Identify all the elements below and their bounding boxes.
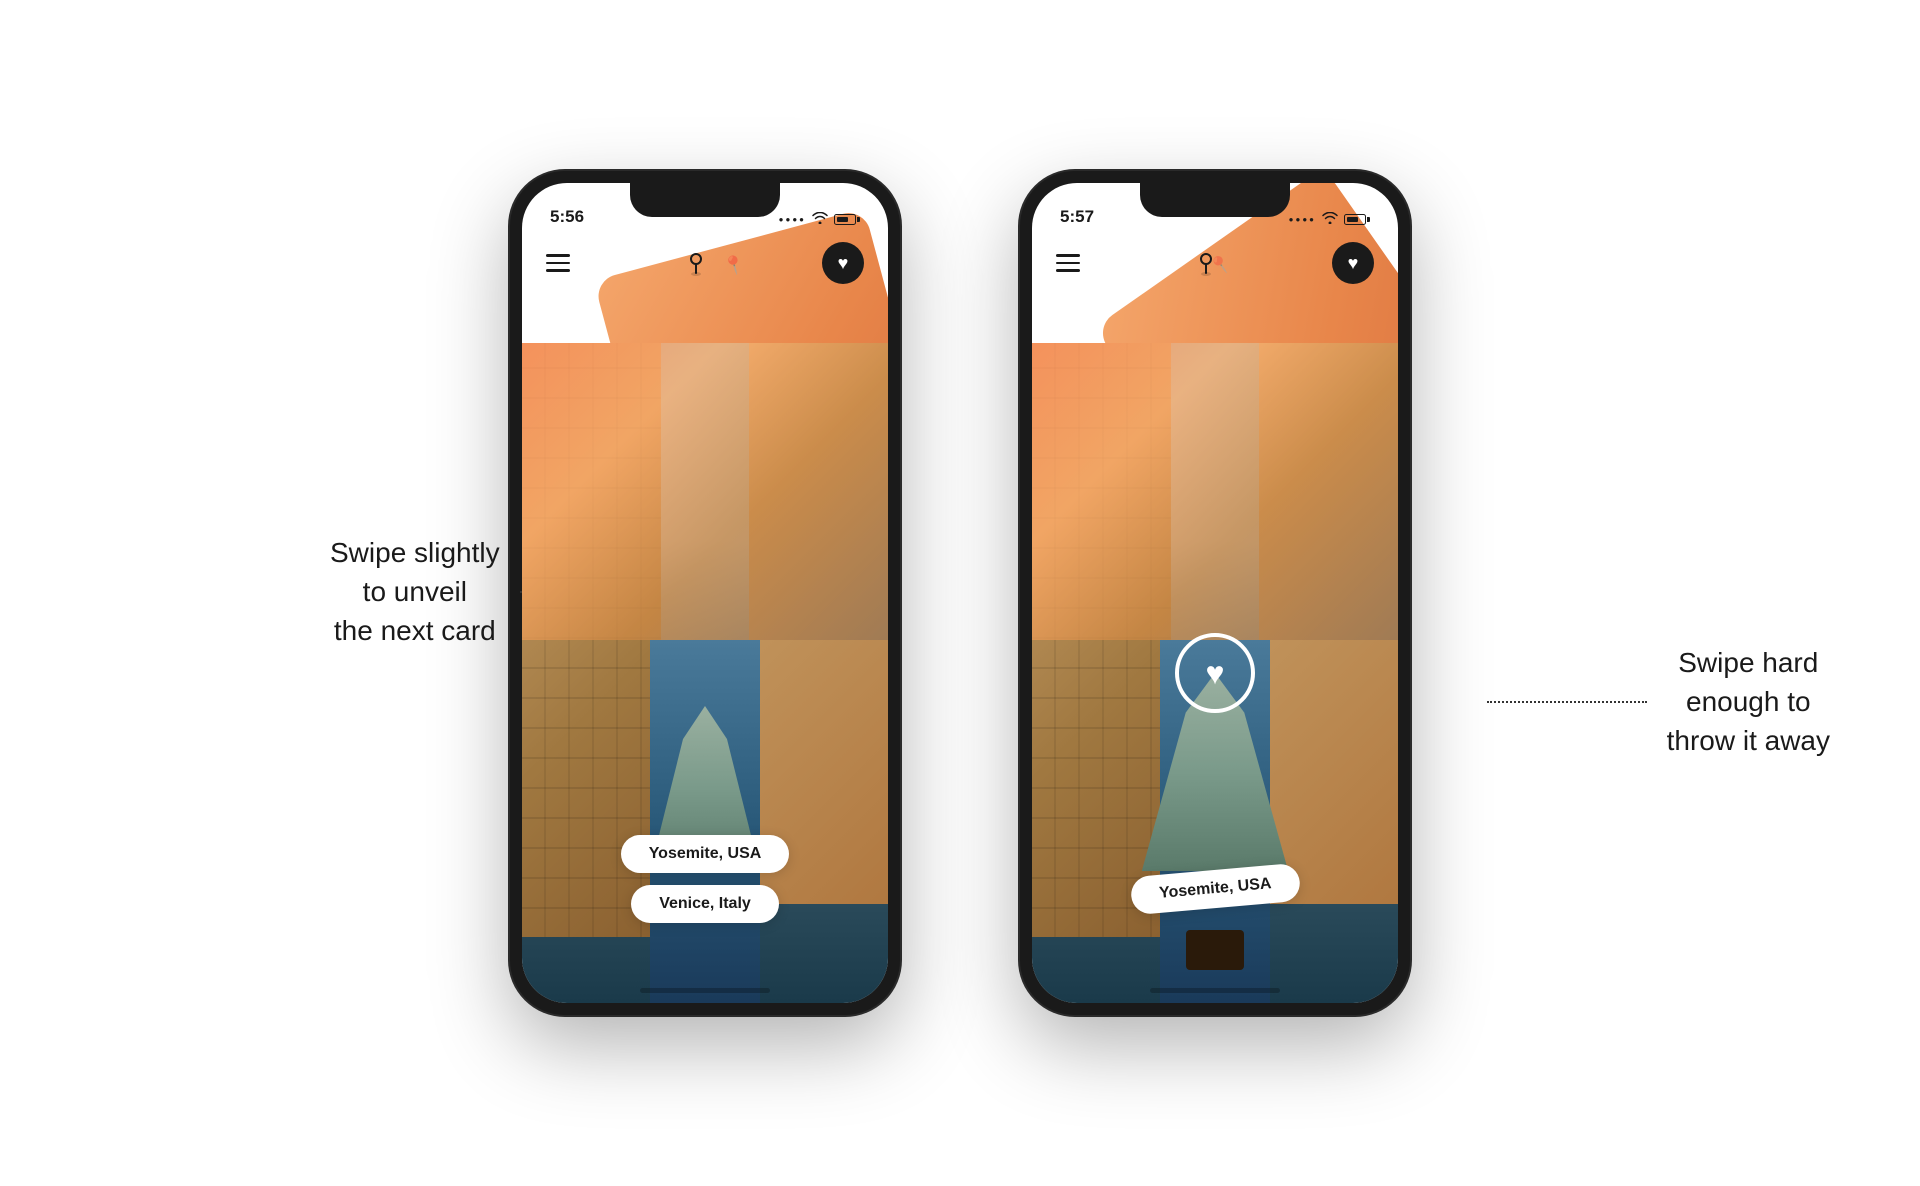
phone-2: 5:57 ●●●● bbox=[1020, 171, 1410, 1015]
wifi-icon-1 bbox=[812, 212, 828, 227]
heart-button-2[interactable]: ♥ bbox=[1332, 242, 1374, 284]
battery-icon-2 bbox=[1344, 214, 1370, 225]
left-annotation-text: Swipe slightly to unveil the next card bbox=[330, 533, 500, 651]
heart-button-1[interactable]: ♥ bbox=[822, 242, 864, 284]
right-annotation-container: Swipe hard enough to throw it away bbox=[1487, 643, 1830, 761]
heart-icon-2: ♥ bbox=[1348, 253, 1359, 274]
pin-icon-1 bbox=[682, 249, 710, 277]
top-nav-1: ♥ bbox=[522, 233, 888, 293]
phone-1: 5:56 ●●●● bbox=[510, 171, 900, 1015]
heart-circle-overlay: ♥ bbox=[1175, 633, 1255, 713]
dots-icon-1: ●●●● bbox=[779, 215, 806, 224]
main-scene: Swipe slightly to unveil the next card 5… bbox=[510, 171, 1410, 1015]
heart-icon-1: ♥ bbox=[838, 253, 849, 274]
right-annotation-text: Swipe hard enough to throw it away bbox=[1667, 643, 1830, 761]
home-indicator-2 bbox=[1150, 988, 1280, 993]
card-stack-1: 📍 bbox=[522, 233, 888, 1003]
pin-icon-2 bbox=[1192, 249, 1220, 277]
location-pill-yosemite-2: Yosemite, USA bbox=[1129, 863, 1300, 916]
home-indicator-1 bbox=[640, 988, 770, 993]
card-stack-2: 📍 ♥ bbox=[1032, 233, 1398, 1003]
status-icons-1: ●●●● bbox=[779, 212, 860, 227]
time-2: 5:57 bbox=[1060, 207, 1094, 227]
menu-button-2[interactable] bbox=[1056, 254, 1080, 272]
top-nav-2: ♥ bbox=[1032, 233, 1398, 293]
dotted-line-right bbox=[1487, 701, 1647, 703]
location-pills-2: Yosemite, USA bbox=[1032, 870, 1398, 908]
phone-1-screen: 5:56 ●●●● bbox=[522, 183, 888, 1003]
heart-overlay-icon: ♥ bbox=[1206, 655, 1225, 692]
menu-button-1[interactable] bbox=[546, 254, 570, 272]
notch-2 bbox=[1140, 183, 1290, 217]
wifi-icon-2 bbox=[1322, 212, 1338, 227]
battery-icon-1 bbox=[834, 214, 860, 225]
location-pills-1: Yosemite, USA Venice, Italy bbox=[522, 835, 888, 923]
location-pill-venice-1: Venice, Italy bbox=[631, 885, 779, 923]
dots-icon-2: ●●●● bbox=[1289, 215, 1316, 224]
status-icons-2: ●●●● bbox=[1289, 212, 1370, 227]
time-1: 5:56 bbox=[550, 207, 584, 227]
phone-2-screen: 5:57 ●●●● bbox=[1032, 183, 1398, 1003]
location-pill-yosemite-1: Yosemite, USA bbox=[621, 835, 790, 873]
notch-1 bbox=[630, 183, 780, 217]
